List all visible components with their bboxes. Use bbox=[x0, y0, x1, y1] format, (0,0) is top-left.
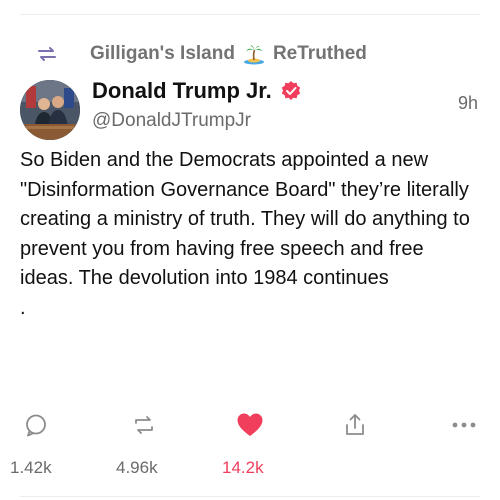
reply-count: 1.42k bbox=[10, 458, 52, 477]
like-count: 14.2k bbox=[222, 458, 264, 477]
retruth-label: ReTruthed bbox=[272, 43, 367, 64]
retruth-icon bbox=[34, 41, 60, 67]
author-name[interactable]: Donald Trump Jr. bbox=[92, 78, 302, 104]
retruth-action-icon[interactable] bbox=[131, 412, 157, 438]
verified-badge-icon bbox=[280, 80, 302, 102]
retruth-count: 4.96k bbox=[116, 458, 158, 477]
post-card: Gilligan's Island ReTruthed Donald Trump… bbox=[0, 0, 500, 500]
share-icon[interactable] bbox=[342, 412, 368, 438]
post-text: So Biden and the Democrats appointed a n… bbox=[20, 149, 470, 319]
heart-icon[interactable] bbox=[236, 412, 263, 438]
bottom-divider bbox=[20, 496, 480, 497]
author-handle[interactable]: @DonaldJTrumpJr bbox=[92, 110, 251, 132]
retruth-username[interactable]: Gilligan's Island bbox=[90, 43, 235, 65]
island-emoji-icon bbox=[243, 43, 265, 65]
more-icon[interactable] bbox=[450, 412, 476, 438]
post-timestamp[interactable]: 9h bbox=[458, 93, 478, 114]
reply-icon[interactable] bbox=[23, 412, 49, 438]
top-divider bbox=[20, 14, 480, 15]
avatar[interactable] bbox=[20, 80, 80, 140]
author-display-name[interactable]: Donald Trump Jr. bbox=[92, 78, 272, 104]
retruth-header[interactable]: Gilligan's Island ReTruthed bbox=[34, 40, 367, 68]
